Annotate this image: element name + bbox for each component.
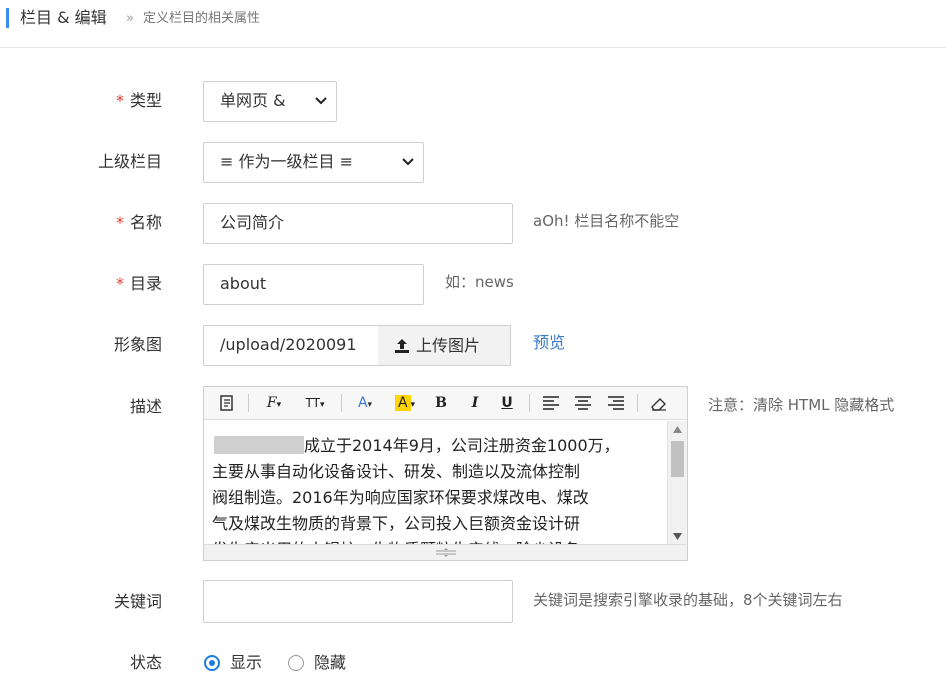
upload-image-button[interactable]: 上传图片 bbox=[378, 325, 511, 366]
editor-content[interactable]: 成立于2014年9月，公司注册资金1000万， 主要从事自动化设备设计、研发、制… bbox=[204, 421, 666, 545]
type-select-value: 单网页 & bbox=[220, 91, 286, 110]
font-family-label: F bbox=[266, 395, 277, 411]
status-hide-label[interactable]: 隐藏 bbox=[314, 653, 346, 673]
dir-label-text: 目录 bbox=[129, 274, 162, 293]
breadcrumb-accent-bar bbox=[6, 8, 9, 28]
chevron-down-icon bbox=[315, 97, 327, 105]
editor-content-line: 气及煤改生物质的背景下，公司投入巨额资金设计研 bbox=[212, 514, 581, 533]
name-input[interactable]: 公司简介 bbox=[203, 203, 513, 244]
type-select[interactable]: 单网页 & bbox=[203, 81, 337, 122]
background-color-button[interactable]: A ▾ bbox=[390, 392, 420, 414]
dir-input-value: about bbox=[220, 274, 267, 293]
font-size-label: TT bbox=[305, 396, 320, 410]
editor-content-line: 阀组制造。2016年为响应国家环保要求煤改电、煤改 bbox=[212, 488, 589, 507]
status-label: 状态 bbox=[129, 653, 162, 672]
parent-select-value: ≡ 作为一级栏目 ≡ bbox=[220, 152, 353, 171]
required-mark: * bbox=[115, 274, 124, 293]
desc-hint: 注意：清除 HTML 隐藏格式 bbox=[708, 396, 895, 414]
name-hint: aOh! 栏目名称不能空 bbox=[533, 212, 680, 230]
background-color-label: A bbox=[394, 395, 411, 411]
image-path-value: /upload/2020091 bbox=[220, 335, 357, 354]
source-code-icon[interactable] bbox=[218, 392, 236, 414]
font-color-label: A bbox=[357, 395, 368, 411]
dropdown-caret-icon: ▾ bbox=[367, 400, 373, 410]
image-label: 形象图 bbox=[113, 335, 162, 354]
status-hide-radio[interactable] bbox=[288, 655, 304, 671]
keywords-input[interactable] bbox=[203, 580, 513, 623]
keywords-label: 关键词 bbox=[113, 592, 162, 611]
dropdown-caret-icon: ▾ bbox=[410, 400, 416, 410]
dir-input[interactable]: about bbox=[203, 264, 424, 305]
upload-icon bbox=[395, 339, 409, 353]
dir-label: * 目录 bbox=[42, 274, 162, 294]
redacted-text bbox=[214, 436, 304, 454]
editor-text: 成立于2014年9月，公司注册资金1000万， bbox=[304, 436, 620, 455]
upload-button-label: 上传图片 bbox=[416, 336, 481, 355]
eraser-icon[interactable] bbox=[648, 392, 670, 414]
rich-text-editor[interactable]: F▾ TT▾ A▾ A ▾ B I U 成立于2014年9月，公司注册资金1000… bbox=[203, 386, 688, 561]
toolbar-separator bbox=[637, 394, 638, 412]
status-show-label[interactable]: 显示 bbox=[230, 653, 262, 673]
dropdown-caret-icon: ▾ bbox=[319, 400, 325, 410]
align-right-icon[interactable] bbox=[605, 392, 627, 414]
status-show-radio[interactable] bbox=[204, 655, 220, 671]
toolbar-separator bbox=[341, 394, 342, 412]
type-label: * 类型 bbox=[42, 91, 162, 111]
toolbar-separator bbox=[248, 394, 249, 412]
editor-scrollbar[interactable] bbox=[667, 421, 687, 545]
required-mark: * bbox=[115, 91, 124, 110]
desc-label: 描述 bbox=[129, 397, 162, 416]
breadcrumb: 栏目 & 编辑 » 定义栏目的相关属性 bbox=[0, 0, 946, 48]
toolbar-separator bbox=[529, 394, 530, 412]
editor-content-line: 主要从事自动化设备设计、研发、制造以及流体控制 bbox=[212, 462, 581, 481]
parent-select[interactable]: ≡ 作为一级栏目 ≡ bbox=[203, 142, 424, 183]
preview-link[interactable]: 预览 bbox=[533, 333, 565, 353]
dir-hint: 如：news bbox=[445, 273, 514, 291]
italic-button[interactable]: I bbox=[466, 392, 484, 414]
breadcrumb-title: 栏目 & 编辑 bbox=[20, 8, 107, 27]
resize-grip-icon bbox=[436, 548, 456, 557]
scroll-down-icon[interactable] bbox=[673, 533, 682, 540]
required-mark: * bbox=[115, 213, 124, 232]
editor-resize-handle[interactable] bbox=[204, 544, 687, 560]
chevron-down-icon bbox=[402, 158, 414, 166]
keywords-hint: 关键词是搜索引擎收录的基础，8个关键词左右 bbox=[533, 591, 843, 609]
breadcrumb-separator: » bbox=[126, 11, 134, 26]
image-path-input[interactable]: /upload/2020091 bbox=[203, 325, 379, 366]
name-label-text: 名称 bbox=[129, 213, 162, 232]
name-label: * 名称 bbox=[42, 213, 162, 233]
breadcrumb-subtitle: 定义栏目的相关属性 bbox=[143, 11, 261, 26]
align-left-icon[interactable] bbox=[540, 392, 562, 414]
font-family-button[interactable]: F▾ bbox=[260, 392, 288, 414]
editor-content-line: 成立于2014年9月，公司注册资金1000万， bbox=[212, 433, 666, 459]
name-input-value: 公司简介 bbox=[220, 213, 285, 232]
dropdown-caret-icon: ▾ bbox=[276, 400, 282, 410]
underline-button[interactable]: U bbox=[498, 392, 516, 414]
font-color-button[interactable]: A▾ bbox=[352, 392, 378, 414]
type-label-text: 类型 bbox=[129, 91, 162, 110]
font-size-button[interactable]: TT▾ bbox=[300, 392, 330, 414]
editor-toolbar: F▾ TT▾ A▾ A ▾ B I U bbox=[204, 387, 687, 420]
scroll-up-icon[interactable] bbox=[673, 426, 682, 433]
align-center-icon[interactable] bbox=[572, 392, 594, 414]
bold-button[interactable]: B bbox=[432, 392, 450, 414]
scrollbar-thumb[interactable] bbox=[671, 441, 684, 477]
parent-label: 上级栏目 bbox=[97, 152, 162, 171]
